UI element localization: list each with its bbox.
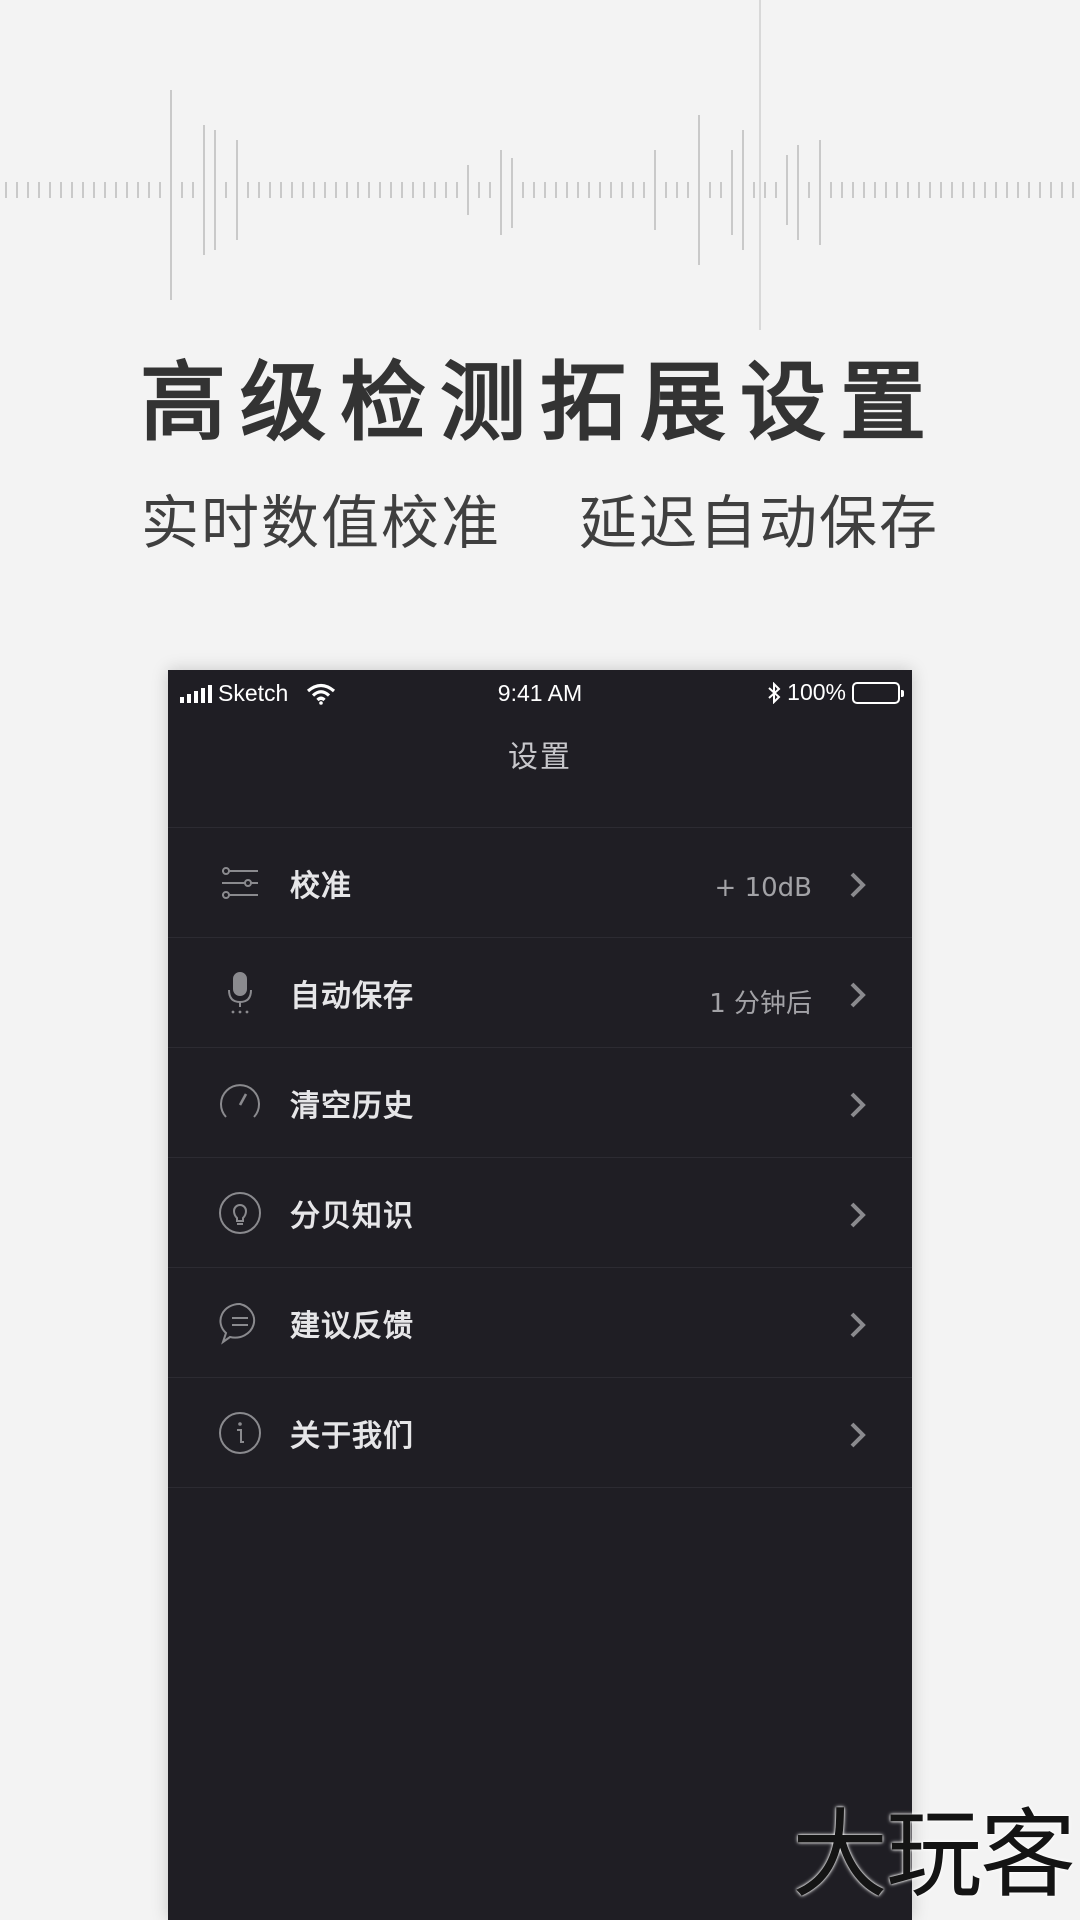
subheadline-left: 实时数值校准 — [140, 489, 501, 557]
gauge-icon — [220, 1083, 260, 1118]
settings-item-feedback[interactable]: 建议反馈 — [168, 1268, 912, 1378]
battery-percent: 100% — [787, 679, 846, 705]
settings-item-label: 关于我们 — [290, 1418, 414, 1454]
status-bar: Sketch 9:41 AM 100% — [168, 670, 912, 718]
battery-icon — [852, 681, 904, 704]
microphone-icon — [228, 971, 252, 1013]
settings-list: 校准 + 10dB 自动保存 1 分钟后 清空历史 分贝知识 建议反馈 关于我们 — [168, 828, 912, 1488]
phone-screen: Sketch 9:41 AM 100% 设置 校准 + 10dB 自动保存 1 … — [168, 670, 912, 1920]
chat-bubble-icon — [219, 1302, 256, 1345]
chevron-right-icon — [850, 1422, 866, 1447]
settings-item-label: 清空历史 — [290, 1088, 414, 1124]
settings-item-calibration[interactable]: 校准 + 10dB — [168, 828, 912, 938]
headline: 高级检测拓展设置 — [140, 353, 940, 453]
settings-item-clear-history[interactable]: 清空历史 — [168, 1048, 912, 1158]
sliders-icon — [222, 866, 258, 899]
bluetooth-icon — [768, 681, 781, 704]
chevron-right-icon — [850, 1202, 866, 1227]
settings-item-label: 校准 — [290, 868, 352, 904]
settings-item-decibel-knowledge[interactable]: 分贝知识 — [168, 1158, 912, 1268]
settings-item-label: 自动保存 — [290, 978, 414, 1014]
subheadline: 实时数值校准 延迟自动保存 — [0, 476, 1080, 560]
chevron-right-icon — [850, 1312, 866, 1337]
chevron-right-icon — [850, 1092, 866, 1117]
promo-page: 高级检测拓展设置 实时数值校准 延迟自动保存 Sketch 9:41 AM 10… — [0, 0, 1080, 1920]
settings-item-about-us[interactable]: 关于我们 — [168, 1378, 912, 1488]
settings-item-label: 分贝知识 — [290, 1198, 414, 1234]
subheadline-right: 延迟自动保存 — [579, 489, 940, 557]
settings-item-auto-save[interactable]: 自动保存 1 分钟后 — [168, 938, 912, 1048]
chevron-right-icon — [850, 872, 866, 897]
nav-title: 设置 — [168, 718, 912, 828]
settings-item-label: 建议反馈 — [290, 1308, 414, 1344]
chevron-right-icon — [850, 982, 866, 1007]
settings-item-value: 1 分钟后 — [709, 989, 812, 1019]
info-icon — [219, 1411, 261, 1454]
sound-waveform-graphic — [5, 0, 1074, 330]
settings-item-value: + 10dB — [714, 873, 812, 903]
lightbulb-icon — [219, 1191, 261, 1234]
watermark-logo: 大玩客 — [792, 1799, 1076, 1911]
